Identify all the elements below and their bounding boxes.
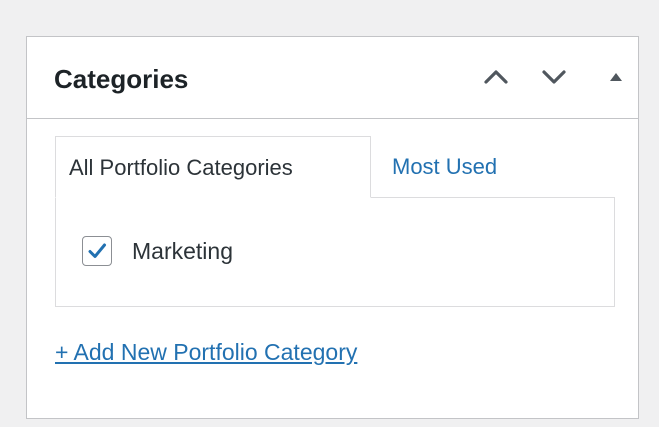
- toggle-panel-button[interactable]: [599, 60, 633, 94]
- categories-panel: Categories All Portfolio Categories Most…: [26, 36, 639, 419]
- chevron-up-icon: [484, 70, 508, 84]
- category-tabs: All Portfolio Categories Most Used Marke…: [55, 136, 615, 307]
- add-new-category-link[interactable]: + Add New Portfolio Category: [55, 337, 357, 367]
- category-label: Marketing: [132, 238, 233, 264]
- category-checkbox[interactable]: [82, 236, 112, 266]
- triangle-up-icon: [610, 73, 622, 81]
- move-down-button[interactable]: [537, 60, 571, 94]
- tab-all-portfolio-categories[interactable]: All Portfolio Categories: [55, 136, 371, 198]
- tab-most-used[interactable]: Most Used: [379, 136, 510, 198]
- panel-title: Categories: [54, 64, 189, 94]
- category-item-marketing[interactable]: Marketing: [82, 236, 233, 266]
- category-checklist: Marketing: [55, 197, 615, 307]
- checkmark-icon: [88, 243, 106, 258]
- panel-header: Categories: [27, 37, 638, 119]
- chevron-down-icon: [542, 70, 566, 84]
- move-up-button[interactable]: [479, 60, 513, 94]
